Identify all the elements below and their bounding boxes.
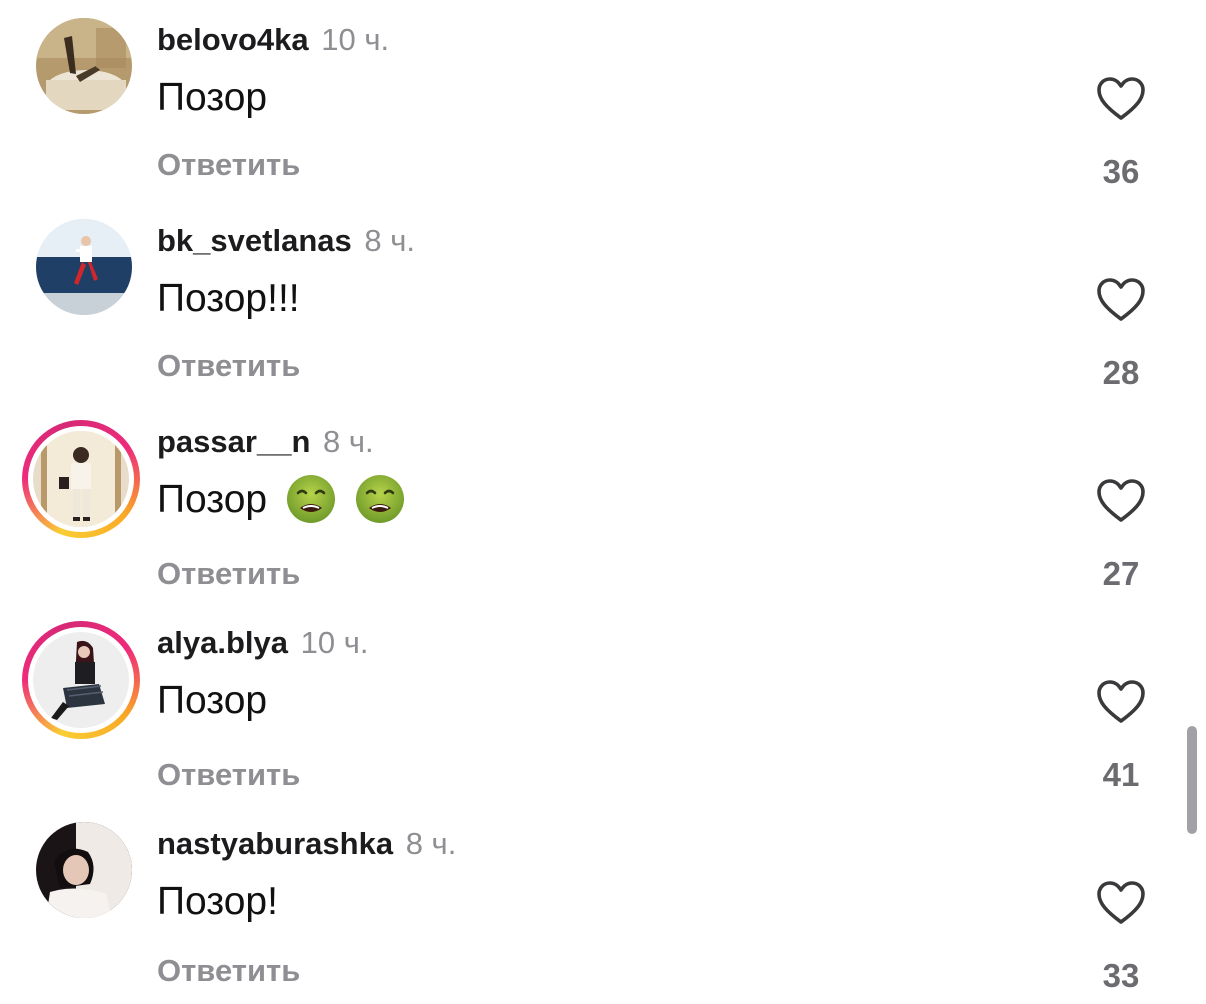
comment-item: belovo4ka 10 ч. Позор Ответить 36 [0,0,1206,200]
comment-text-content: Позор!!! [157,277,300,320]
story-ring-gap [28,426,134,532]
avatar-portrait-photo [36,822,132,918]
comment-meta: alya.blya 10 ч. [157,623,368,663]
comment-text: Позор!!! [157,275,300,323]
comment-text-content: Позор [157,76,268,119]
comment-text: Позор! [157,878,278,926]
comment-item: alya.blya 10 ч. Позор Ответить 41 [0,603,1206,803]
comment-text-content: Позор! [157,880,278,923]
comment-meta: nastyaburashka 8 ч. [157,824,456,864]
comment-item: nastyaburashka 8 ч. Позор! Ответить 33 [0,804,1206,1004]
timestamp: 10 ч. [321,22,390,57]
timestamp: 10 ч. [300,625,369,660]
story-ring-gap [28,627,134,733]
reply-button[interactable]: Ответить [157,554,300,594]
username[interactable]: bk_svetlanas [157,223,352,258]
avatar [33,431,129,527]
comment-text: Позор [157,74,267,122]
story-ring[interactable] [22,621,140,739]
comment-item: passar__n 8 ч. Позор Ответить 27 [0,402,1206,602]
comment-meta: belovo4ka 10 ч. [157,20,389,60]
comment-text-content: Позор [157,478,268,521]
heart-outline-icon[interactable] [1096,478,1146,524]
avatar [33,632,129,728]
like-count: 28 [1102,354,1140,391]
nauseated-face-emoji [286,474,335,523]
heart-outline-icon[interactable] [1096,880,1146,926]
like-count: 36 [1102,153,1140,190]
username[interactable]: nastyaburashka [157,826,393,861]
reply-button[interactable]: Ответить [157,951,300,991]
story-ring[interactable] [22,420,140,538]
avatar[interactable] [36,18,132,114]
avatar-mirror-photo [33,431,129,527]
like-count: 33 [1102,957,1140,994]
comment-text-content: Позор [157,679,268,722]
comment-text: Позор [157,474,405,527]
heart-outline-icon[interactable] [1096,76,1146,122]
heart-outline-icon[interactable] [1096,679,1146,725]
comment-item: bk_svetlanas 8 ч. Позор!!! Ответить 28 [0,201,1206,401]
avatar-bathtub-photo [36,18,132,114]
username[interactable]: passar__n [157,424,310,459]
scrollbar-thumb[interactable] [1187,726,1197,834]
avatar-seaside-photo [36,219,132,315]
comment-text: Позор [157,677,267,725]
like-count: 27 [1102,555,1140,592]
username[interactable]: alya.blya [157,625,288,660]
timestamp: 8 ч. [323,424,374,459]
avatar[interactable] [36,822,132,918]
heart-outline-icon[interactable] [1096,277,1146,323]
timestamp: 8 ч. [405,826,457,861]
comment-meta: bk_svetlanas 8 ч. [157,221,415,261]
timestamp: 8 ч. [364,223,415,258]
nauseated-face-emoji [355,474,404,523]
avatar[interactable] [36,219,132,315]
username[interactable]: belovo4ka [157,22,309,57]
comment-meta: passar__n 8 ч. [157,422,374,462]
reply-button[interactable]: Ответить [157,346,300,386]
avatar-sitting-photo [33,632,129,728]
reply-button[interactable]: Ответить [157,145,300,185]
like-count: 41 [1102,756,1140,793]
reply-button[interactable]: Ответить [157,755,300,795]
